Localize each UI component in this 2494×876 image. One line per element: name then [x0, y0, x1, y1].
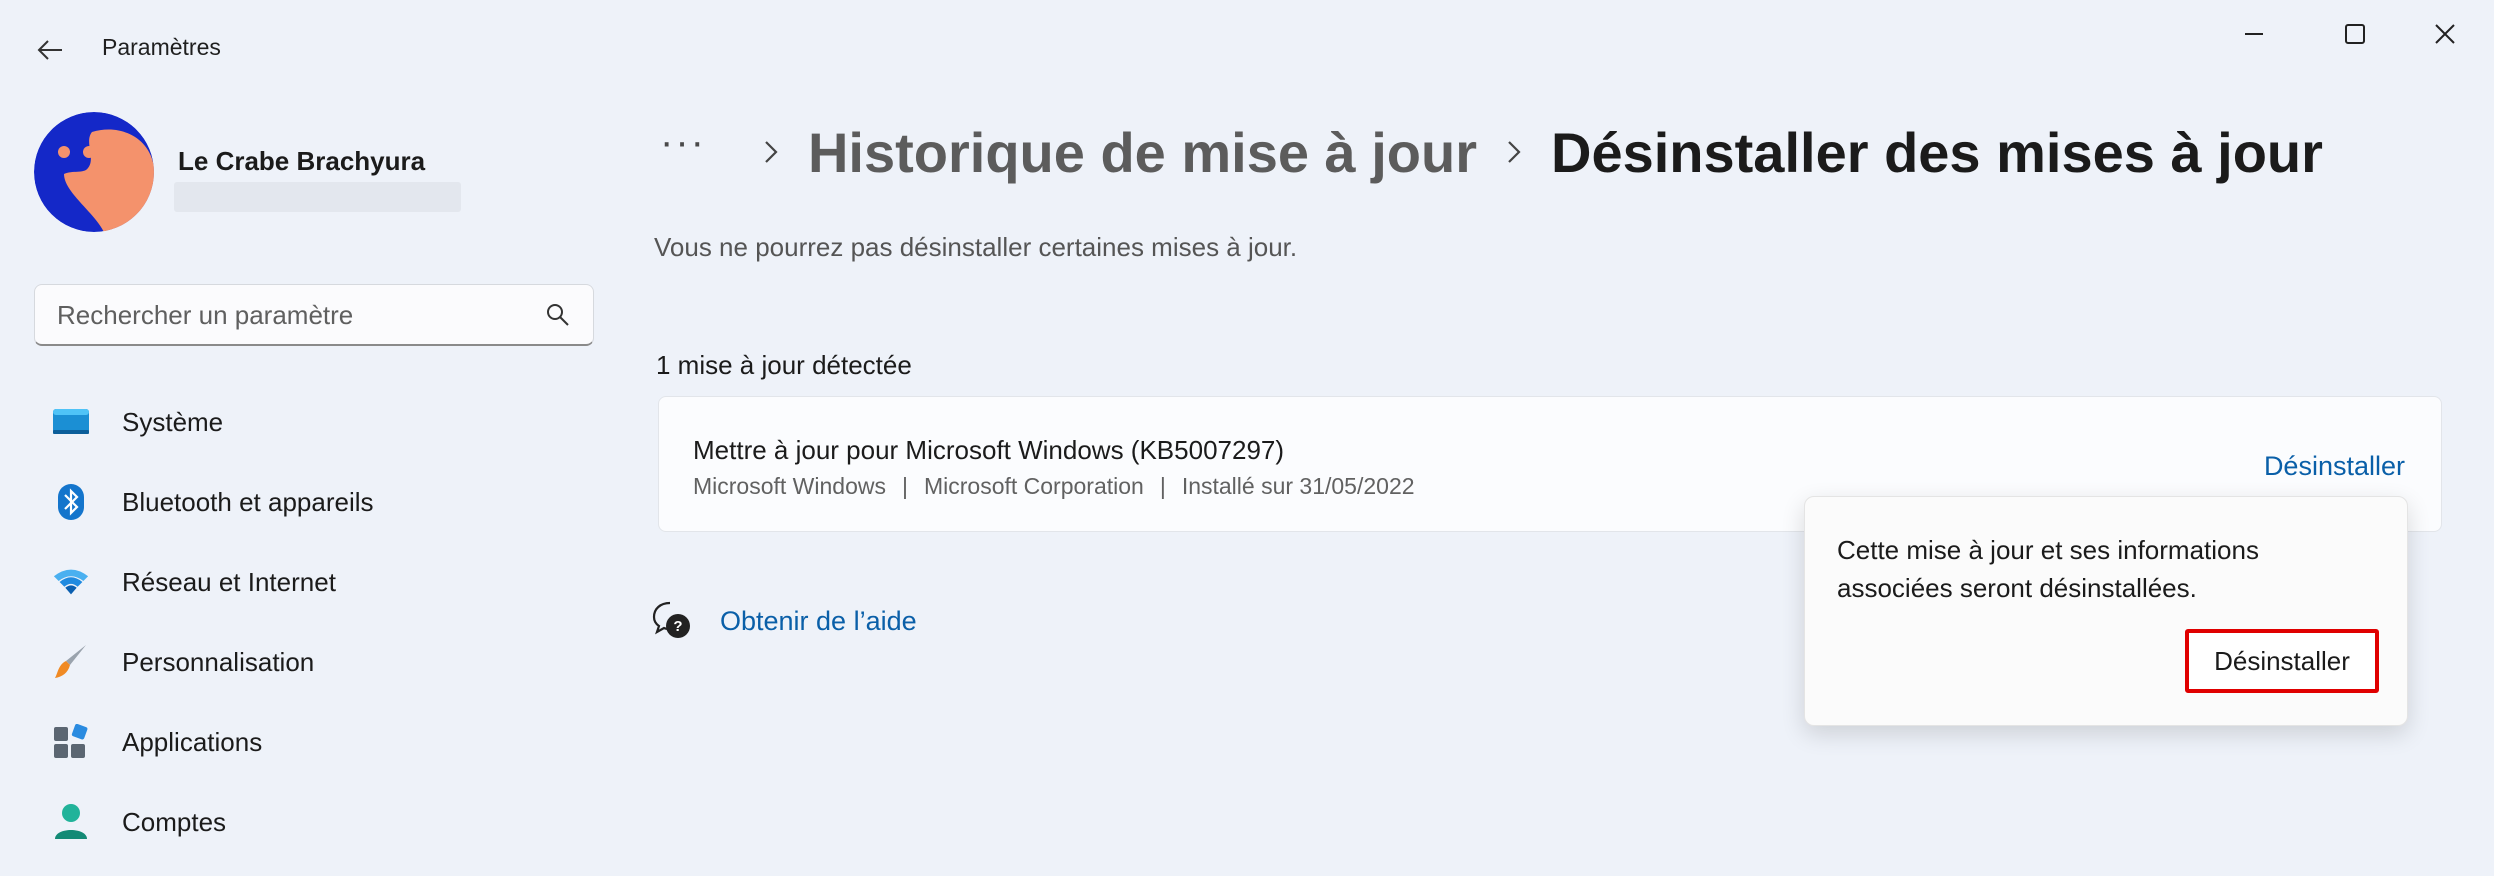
- minimize-icon: [2245, 33, 2263, 35]
- back-arrow-icon: [37, 40, 62, 60]
- uninstall-confirm-flyout: Cette mise à jour et ses informations as…: [1804, 496, 2408, 726]
- sidebar-item-label: Réseau et Internet: [122, 566, 336, 597]
- title-bar: Paramètres: [0, 0, 2494, 100]
- sidebar-item-reseau[interactable]: Réseau et Internet: [34, 550, 594, 614]
- avatar[interactable]: [34, 112, 154, 232]
- svg-text:?: ?: [673, 618, 682, 635]
- sidebar-item-label: Comptes: [122, 806, 227, 837]
- sidebar-item-label: Applications: [122, 726, 263, 757]
- app-title: Paramètres: [102, 34, 221, 60]
- chevron-right-icon: [764, 140, 778, 164]
- account-icon: [52, 803, 90, 841]
- maximize-button[interactable]: [2320, 14, 2390, 54]
- sidebar-item-label: Personnalisation: [122, 646, 315, 677]
- breadcrumb-more-button[interactable]: ···: [660, 122, 706, 162]
- flyout-message: Cette mise à jour et ses informations as…: [1837, 535, 2259, 603]
- sidebar-item-label: Système: [122, 406, 224, 437]
- system-icon: [52, 403, 90, 441]
- user-email-redacted: [174, 182, 461, 212]
- search-box[interactable]: [34, 284, 594, 346]
- breadcrumb-update-history[interactable]: Historique de mise à jour: [808, 120, 1477, 185]
- confirm-uninstall-button[interactable]: Désinstaller: [2185, 629, 2379, 693]
- update-details: Microsoft Windows | Microsoft Corporation |…: [693, 473, 1415, 500]
- user-name: Le Crabe Brachyura: [178, 146, 426, 176]
- wifi-icon: [52, 563, 90, 601]
- page-title: Désinstaller des mises à jour: [1551, 120, 2323, 184]
- sidebar-item-personnalisation[interactable]: Personnalisation: [34, 630, 594, 694]
- update-install-date: Installé sur 31/05/2022: [1181, 473, 1415, 499]
- sidebar-item-comptes[interactable]: Comptes: [34, 790, 594, 854]
- minimize-button[interactable]: [2220, 14, 2290, 54]
- update-publisher: Microsoft Corporation: [923, 473, 1144, 499]
- breadcrumb: ··· Historique de mise à jour Désinstall…: [660, 112, 2323, 192]
- search-input[interactable]: [55, 285, 539, 345]
- chevron-right-icon: [1507, 140, 1521, 164]
- sidebar-item-bluetooth[interactable]: Bluetooth et appareils: [34, 470, 594, 534]
- uninstall-link[interactable]: Désinstaller: [2264, 451, 2405, 482]
- close-icon: [2435, 24, 2455, 44]
- apps-icon: [52, 723, 90, 761]
- sidebar-item-systeme[interactable]: Système: [34, 390, 594, 454]
- separator: |: [1159, 473, 1166, 499]
- search-icon[interactable]: [545, 302, 571, 328]
- update-product: Microsoft Windows: [693, 473, 886, 499]
- updates-count: 1 mise à jour détectée: [656, 350, 912, 380]
- back-button[interactable]: [30, 30, 70, 70]
- brush-icon: [52, 643, 90, 681]
- sidebar-item-applications[interactable]: Applications: [34, 710, 594, 774]
- help-icon: ?: [652, 601, 690, 638]
- crab-avatar-icon: [34, 112, 154, 232]
- get-help-link[interactable]: Obtenir de l’aide: [720, 606, 917, 637]
- maximize-icon: [2345, 24, 2365, 44]
- bluetooth-icon: [52, 483, 90, 521]
- page-description: Vous ne pourrez pas désinstaller certain…: [654, 232, 1298, 262]
- update-title: Mettre à jour pour Microsoft Windows (KB…: [693, 435, 1285, 465]
- close-button[interactable]: [2410, 14, 2480, 54]
- separator: |: [901, 473, 908, 499]
- sidebar-item-label: Bluetooth et appareils: [122, 486, 374, 517]
